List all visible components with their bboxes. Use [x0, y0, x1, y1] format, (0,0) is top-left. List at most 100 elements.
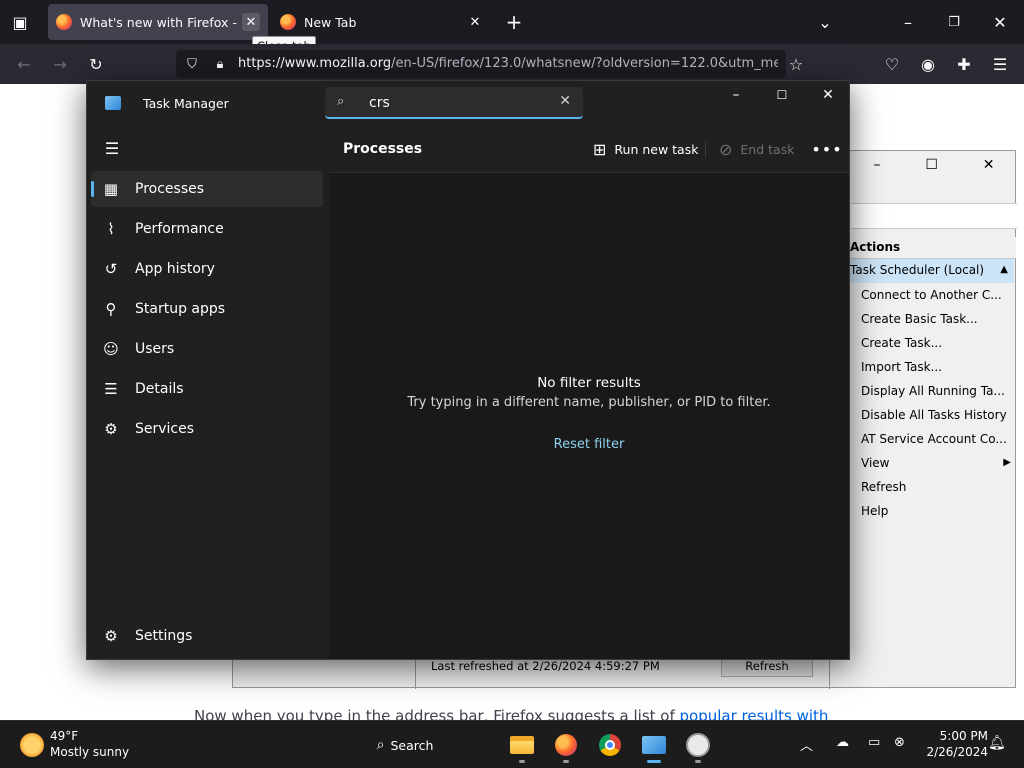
- notification-bell-icon[interactable]: 🔔︎: [988, 735, 1006, 751]
- maximize-icon[interactable]: ☐: [759, 81, 805, 109]
- lock-icon[interactable]: 🔒︎: [206, 50, 234, 78]
- task-scheduler-taskbar-icon[interactable]: [682, 729, 714, 763]
- reload-icon[interactable]: ↻: [82, 50, 110, 78]
- new-tab-icon[interactable]: +: [500, 8, 528, 36]
- firefox-logo-icon: [56, 14, 72, 30]
- browser-tab-bar: ▣ What's new with Firefox - Mozilla ✕ Ne…: [0, 0, 1024, 44]
- task-manager-nav: ▦ Processes ⌇ Performance ↺ App history …: [91, 171, 323, 451]
- taskbar-search-button[interactable]: ⌕ Search: [360, 729, 450, 761]
- close-tab-icon[interactable]: ✕: [466, 13, 484, 31]
- account-icon[interactable]: ◉: [914, 50, 942, 78]
- chrome-taskbar-icon[interactable]: [594, 729, 626, 761]
- nav-item-app-history[interactable]: ↺ App history: [91, 251, 323, 287]
- task-scheduler-strip: [851, 203, 1017, 229]
- action-connect[interactable]: Connect to Another C...: [861, 285, 1011, 309]
- firefox-taskbar-icon[interactable]: [550, 729, 582, 763]
- actions-header: Actions: [850, 237, 1016, 259]
- search-icon: ⌕: [376, 737, 385, 753]
- action-disable-history[interactable]: Disable All Tasks History: [861, 405, 1011, 429]
- cloud-icon[interactable]: ☁: [836, 735, 849, 750]
- menu-icon[interactable]: ☰: [986, 50, 1014, 78]
- end-task-button[interactable]: ⊘ End task: [719, 135, 794, 163]
- hamburger-menu-icon[interactable]: ☰: [101, 137, 123, 159]
- minimize-icon[interactable]: –: [713, 81, 759, 109]
- task-manager-icon: [642, 736, 666, 754]
- close-window-icon[interactable]: ✕: [986, 8, 1014, 36]
- action-help[interactable]: Help: [861, 501, 1011, 525]
- nav-item-settings[interactable]: ⚙ Settings: [91, 618, 323, 654]
- weather-temperature[interactable]: 49°F: [50, 729, 78, 743]
- task-manager-taskbar-icon[interactable]: [638, 729, 670, 763]
- tab-new-tab[interactable]: New Tab ✕: [272, 4, 492, 40]
- clock-time[interactable]: 5:00 PM: [928, 729, 988, 743]
- collapse-arrow-icon[interactable]: ▲: [1000, 264, 1008, 275]
- close-tab-icon[interactable]: ✕: [242, 13, 260, 31]
- nav-item-startup-apps[interactable]: ⚲ Startup apps: [91, 291, 323, 327]
- close-icon[interactable]: ✕: [983, 157, 995, 173]
- bookmark-star-icon[interactable]: ☆: [782, 50, 810, 78]
- close-icon[interactable]: ✕: [805, 81, 851, 109]
- pane-divider[interactable]: [829, 655, 830, 689]
- action-create-basic-task[interactable]: Create Basic Task...: [861, 309, 1011, 333]
- task-manager-app-icon: [105, 96, 121, 110]
- minimize-icon[interactable]: –: [894, 8, 922, 36]
- selected-item-label: Task Scheduler (Local): [850, 263, 985, 277]
- nav-label: Services: [135, 421, 195, 437]
- nav-label: Startup apps: [135, 301, 226, 317]
- clear-search-icon[interactable]: ✕: [559, 93, 571, 109]
- url-bar[interactable]: ⛉ 🔒︎ https://www.mozilla.org/en-US/firef…: [176, 50, 786, 78]
- folder-icon: [510, 736, 534, 754]
- firefox-logo-icon: [280, 14, 296, 30]
- nav-item-details[interactable]: ☰ Details: [91, 371, 323, 407]
- nav-item-performance[interactable]: ⌇ Performance: [91, 211, 323, 247]
- show-hidden-icons-icon[interactable]: ︿: [800, 735, 813, 754]
- processes-icon: ▦: [103, 180, 119, 198]
- action-create-task[interactable]: Create Task...: [861, 333, 1011, 357]
- weather-description[interactable]: Mostly sunny: [50, 745, 129, 759]
- actions-list: Connect to Another C... Create Basic Tas…: [861, 285, 1011, 525]
- tab-whats-new[interactable]: What's new with Firefox - Mozilla ✕: [48, 4, 268, 40]
- task-manager-window: Task Manager ☰ ▦ Processes ⌇ Performance…: [86, 80, 850, 660]
- process-search-box[interactable]: ⌕ ✕: [325, 87, 583, 119]
- url-host: https://www.mozilla.org: [238, 56, 392, 71]
- weather-sun-icon[interactable]: [20, 733, 44, 757]
- file-explorer-taskbar-icon[interactable]: [506, 729, 538, 763]
- task-scheduler-local-item[interactable]: Task Scheduler (Local) ▲: [850, 259, 1014, 283]
- pocket-icon[interactable]: ♡: [878, 50, 906, 78]
- forward-icon[interactable]: →: [46, 50, 74, 78]
- action-import-task[interactable]: Import Task...: [861, 357, 1011, 381]
- nav-item-processes[interactable]: ▦ Processes: [91, 171, 323, 207]
- action-at-service-account[interactable]: AT Service Account Co...: [861, 429, 1011, 453]
- display-icon[interactable]: ▭: [868, 735, 880, 750]
- task-manager-settings-area: ⚙ Settings: [91, 618, 323, 658]
- more-options-icon[interactable]: •••: [811, 135, 841, 163]
- tracking-protection-icon[interactable]: ⛉: [178, 50, 206, 78]
- nav-label: Performance: [135, 221, 224, 237]
- url-path: /en-US/firefox/123.0/whatsnew/?oldversio…: [391, 56, 778, 71]
- minimize-icon[interactable]: –: [873, 157, 880, 173]
- run-new-task-button[interactable]: ⊞ Run new task: [593, 135, 698, 163]
- nav-item-services[interactable]: ⚙ Services: [91, 411, 323, 447]
- nav-item-users[interactable]: ☺ Users: [91, 331, 323, 367]
- end-task-icon: ⊘: [719, 139, 733, 159]
- extensions-icon[interactable]: ✚: [950, 50, 978, 78]
- submenu-arrow-icon: ▶: [1003, 457, 1011, 468]
- settings-gear-icon: ⚙: [104, 627, 118, 645]
- reset-filter-link[interactable]: Reset filter: [329, 437, 849, 452]
- action-refresh[interactable]: Refresh: [861, 477, 1011, 501]
- list-all-tabs-icon[interactable]: ⌄: [811, 8, 839, 36]
- firefox-view-icon[interactable]: ▣: [6, 8, 34, 36]
- restore-icon[interactable]: ❐: [940, 8, 968, 36]
- network-muted-icon[interactable]: ⊗: [894, 735, 905, 750]
- startup-apps-icon: ⚲: [105, 300, 117, 318]
- last-refreshed-text: Last refreshed at 2/26/2024 4:59:27 PM: [431, 659, 660, 673]
- users-icon: ☺: [103, 340, 119, 358]
- maximize-icon[interactable]: ☐: [925, 157, 938, 173]
- window-title: Task Manager: [143, 96, 229, 111]
- action-view[interactable]: View ▶: [861, 453, 1011, 477]
- search-input[interactable]: [369, 92, 549, 114]
- clock-date[interactable]: 2/26/2024: [918, 745, 988, 759]
- action-display-running[interactable]: Display All Running Ta...: [861, 381, 1011, 405]
- back-icon[interactable]: ←: [10, 50, 38, 78]
- page-title: Processes: [343, 141, 423, 157]
